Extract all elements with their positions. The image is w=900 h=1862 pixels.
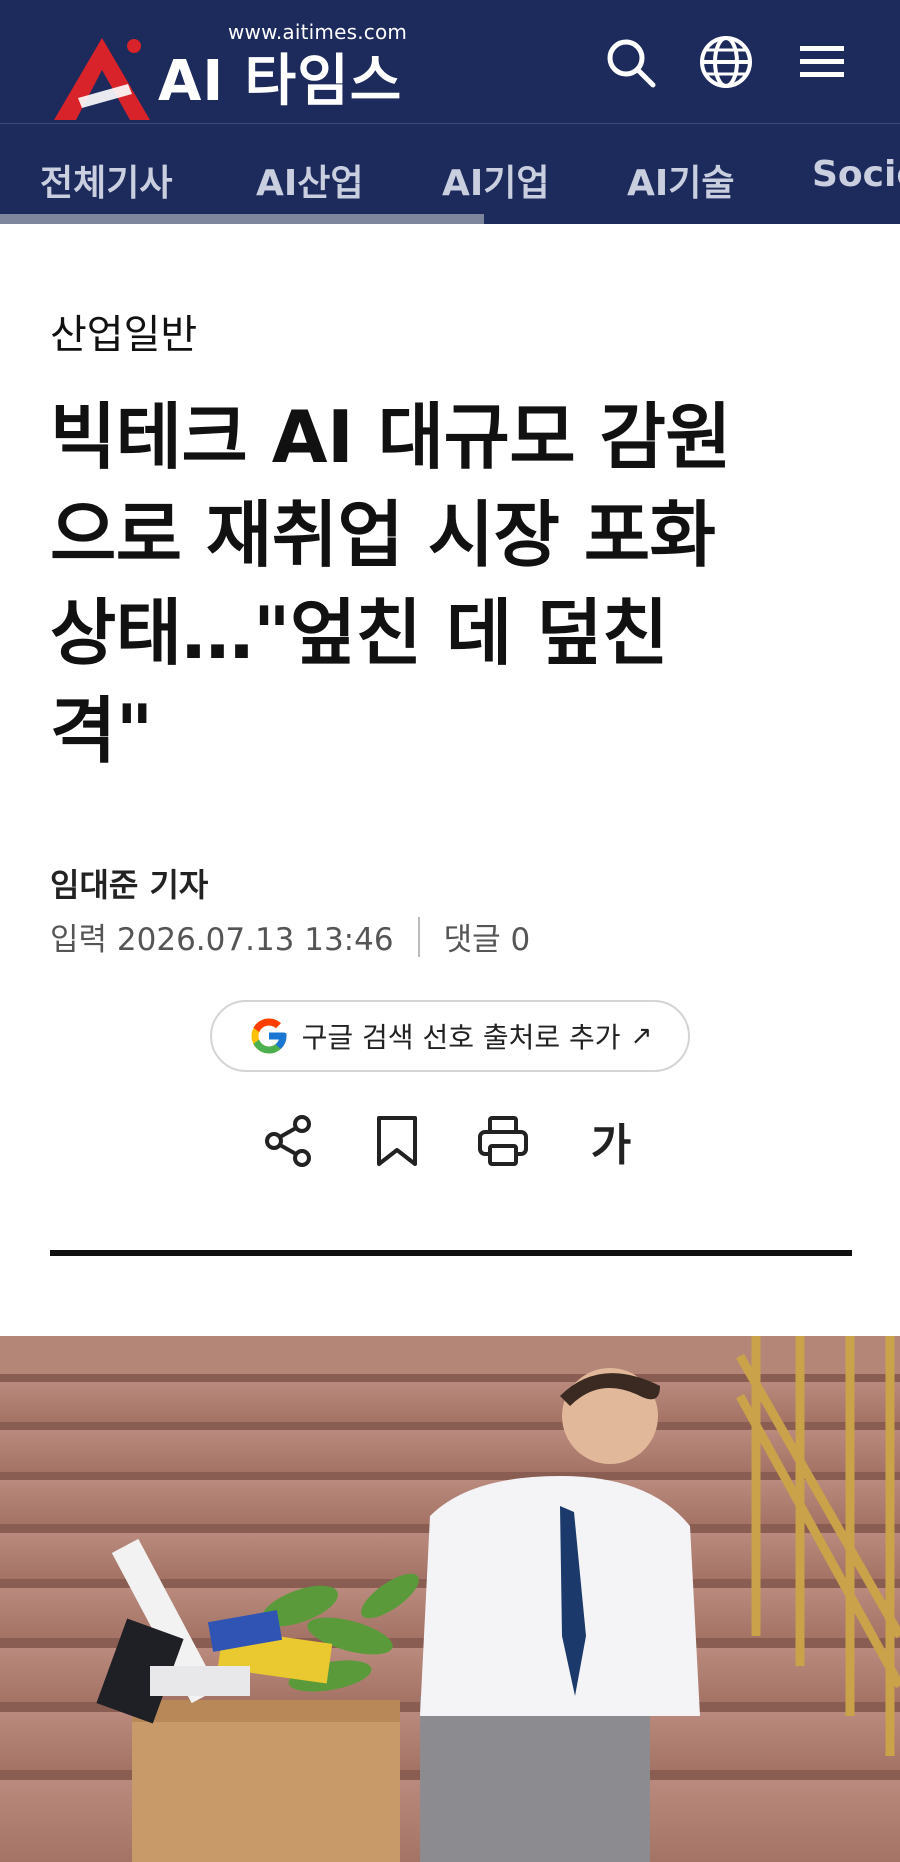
article-photo[interactable] [0, 1336, 900, 1862]
headline-line: 상태…"엎친 데 덮친 [50, 591, 668, 675]
meta-divider [417, 916, 420, 957]
nav-item-ai-industry[interactable]: AI산업 [256, 154, 364, 206]
nav-item-society[interactable]: Socie [812, 154, 900, 195]
share-button[interactable] [254, 1106, 324, 1176]
logo-mark-icon [54, 38, 150, 120]
header-divider [50, 1250, 852, 1256]
google-icon [248, 1015, 290, 1057]
article-headline: 빅테크 AI 대규모 감원 으로 재취업 시장 포화 상태…"엎친 데 덮친 격… [50, 388, 860, 780]
article-author[interactable]: 임대준 기자 [50, 860, 208, 906]
font-size-icon: 가 [590, 1120, 632, 1171]
print-button[interactable] [468, 1106, 538, 1176]
headline-line: 빅테크 AI 대규모 감원 [50, 395, 732, 479]
font-size-button[interactable]: 가 [576, 1106, 646, 1176]
google-pill-label: 구글 검색 선호 출처로 추가 [301, 1021, 621, 1054]
print-icon [478, 1116, 528, 1166]
site-logo[interactable]: www.aitimes.com AI 타임스 [48, 14, 428, 120]
nav-item-all[interactable]: 전체기사 [40, 154, 172, 206]
published-date: 입력 2026.07.13 13:46 [50, 922, 394, 958]
share-icon [265, 1115, 311, 1167]
article-section[interactable]: 산업일반 [50, 302, 197, 360]
globe-icon [700, 36, 752, 88]
article-meta: 입력 2026.07.13 13:46 댓글 0 [50, 914, 530, 959]
external-arrow-icon: ↗ [630, 1021, 653, 1051]
headline-line: 격" [50, 689, 153, 773]
logo-wordmark: AI 타임스 [158, 49, 403, 114]
bookmark-icon [377, 1116, 417, 1166]
nav-item-ai-company[interactable]: AI기업 [442, 154, 550, 206]
article-photo-image [0, 1336, 900, 1862]
menu-icon [800, 46, 844, 77]
headline-line: 으로 재취업 시장 포화 [50, 493, 716, 577]
nav-scroll-indicator [0, 214, 484, 224]
google-preferred-source-button[interactable]: 구글 검색 선호 출처로 추가 ↗ [210, 1000, 690, 1072]
search-icon [607, 39, 656, 88]
nav-item-ai-tech[interactable]: AI기술 [627, 154, 735, 206]
search-button[interactable] [600, 32, 660, 92]
menu-button[interactable] [792, 32, 852, 92]
category-nav: 전체기사 AI산업 AI기업 AI기술 Socie [0, 124, 900, 224]
comment-count[interactable]: 댓글 0 [444, 914, 531, 959]
language-button[interactable] [696, 32, 756, 92]
bookmark-button[interactable] [362, 1106, 432, 1176]
site-header: www.aitimes.com AI 타임스 [0, 0, 900, 124]
